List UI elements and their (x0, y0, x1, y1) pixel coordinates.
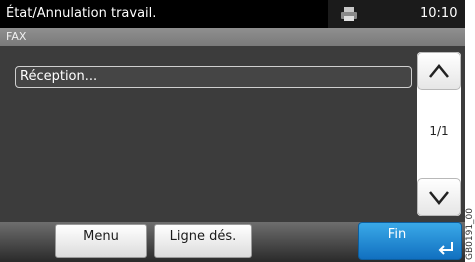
printer-icon (341, 7, 357, 21)
clock: 10:10 (420, 6, 458, 21)
header: FAX (0, 28, 465, 46)
enter-icon (438, 242, 453, 255)
bottom-bar: Menu Ligne dés. Fin (0, 222, 465, 262)
chevron-up-icon (429, 64, 449, 78)
chevron-down-icon (429, 191, 449, 205)
menu-button[interactable]: Menu (55, 224, 147, 258)
page-indicator: 1/1 (429, 124, 449, 138)
end-button[interactable]: Fin (358, 222, 462, 260)
page-title: FAX (6, 30, 27, 43)
job-list: Réception... (0, 46, 465, 222)
figure-caption: GB0191_00 (465, 207, 475, 260)
pager: 1/1 (417, 52, 461, 216)
status-title: État/Annulation travail. (6, 6, 157, 21)
list-item-label: Réception... (20, 69, 98, 84)
scroll-down-button[interactable] (417, 178, 461, 216)
line-select-button[interactable]: Ligne dés. (154, 224, 252, 258)
fax-status-screen: État/Annulation travail. 10:10 FAX Récep… (0, 0, 465, 262)
status-bar: État/Annulation travail. 10:10 (0, 0, 465, 28)
end-button-label: Fin (387, 227, 407, 242)
scroll-up-button[interactable] (417, 52, 461, 90)
list-item-reception[interactable]: Réception... (15, 66, 412, 88)
